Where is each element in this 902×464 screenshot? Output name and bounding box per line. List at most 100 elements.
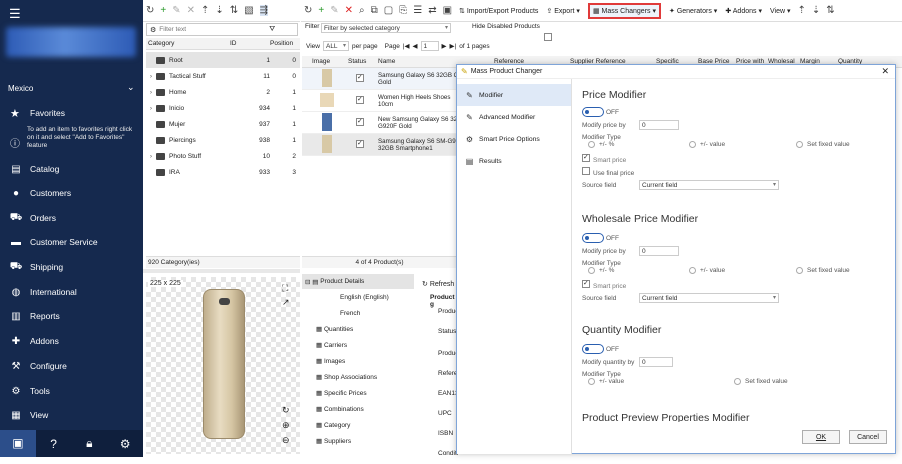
col-status[interactable]: Status xyxy=(348,58,378,65)
list-icon[interactable]: ☰ xyxy=(413,5,422,16)
help-icon[interactable]: ? xyxy=(36,437,72,451)
zoom-in-icon[interactable]: ⊕ xyxy=(282,420,290,431)
store-icon[interactable]: ▣ xyxy=(0,430,36,457)
square-icon[interactable]: ▢ xyxy=(384,5,393,16)
tree-item[interactable]: ▦ Images xyxy=(302,353,414,369)
first-page-icon[interactable]: |◀ xyxy=(403,42,410,50)
edit-icon[interactable]: ✎ xyxy=(172,5,180,16)
tree-item[interactable]: ▦ Category xyxy=(302,417,414,433)
hide-disabled-checkbox[interactable] xyxy=(544,33,552,41)
side-advanced-modifier[interactable]: ✎ Advanced Modifier xyxy=(457,106,571,128)
last-page-icon[interactable]: ▶| xyxy=(450,42,457,50)
tree-item[interactable]: ▦ Carriers xyxy=(302,337,414,353)
radio-value[interactable]: +/- value xyxy=(689,267,796,274)
radio-value[interactable]: +/- value xyxy=(689,141,796,148)
radio-fixed[interactable]: Set fixed value xyxy=(796,141,850,148)
price-source-select[interactable]: Current field xyxy=(639,180,779,191)
tree-item[interactable]: French xyxy=(302,305,414,321)
copy-icon[interactable]: ⧉ xyxy=(371,5,378,16)
radio-percent[interactable]: +/- % xyxy=(582,267,689,274)
chevron-down-icon[interactable]: ⌄ xyxy=(127,82,135,93)
export-button[interactable]: ⇪ Export ▾ xyxy=(546,7,580,15)
table-row[interactable]: Women High Heels Shoes 10cm xyxy=(302,90,462,112)
nav-catalog[interactable]: ▤ Catalog xyxy=(0,159,143,179)
category-row[interactable]: › Home 2 1 xyxy=(146,84,300,100)
refresh-icon[interactable]: ↻ xyxy=(304,5,312,16)
refresh-button[interactable]: ↻ Refresh xyxy=(416,274,458,294)
nav-addons[interactable]: ✚ Addons xyxy=(0,331,143,351)
col-image[interactable]: Image xyxy=(312,58,348,65)
nav-orders[interactable]: ⛟ Orders xyxy=(0,208,143,228)
smart-price-option[interactable]: Smart price xyxy=(582,153,882,164)
mass-changers-button[interactable]: ▦ Mass Changers ▾ xyxy=(587,2,662,19)
add-icon[interactable]: + xyxy=(160,5,166,16)
close-icon[interactable]: ✕ xyxy=(881,66,889,77)
final-price-option[interactable]: Use final price xyxy=(582,167,882,177)
delete-icon[interactable]: ✕ xyxy=(187,5,195,16)
category-row[interactable]: › Tactical Stuff 11 0 xyxy=(146,68,300,84)
status-checkbox[interactable] xyxy=(356,95,364,104)
col-name[interactable]: Name xyxy=(378,58,462,65)
image-icon[interactable]: ▧ xyxy=(244,5,253,16)
search-icon[interactable]: ⌕ xyxy=(359,5,365,16)
category-row[interactable]: › Photo Stuff 10 2 xyxy=(146,148,300,164)
nav-international[interactable]: ◍ International xyxy=(0,282,143,302)
zoom-out-icon[interactable]: ⊖ xyxy=(282,435,290,446)
smart-price-option[interactable]: Smart price xyxy=(582,279,882,290)
refresh-icon[interactable]: ↻ xyxy=(146,5,154,16)
region-selector[interactable]: Mexico xyxy=(8,84,33,93)
page-size-select[interactable]: ALL xyxy=(322,41,349,51)
chevron-right-icon[interactable]: › xyxy=(146,153,156,160)
chevron-right-icon[interactable]: › xyxy=(146,105,156,112)
col-category[interactable]: Category xyxy=(146,40,230,47)
ok-button[interactable]: OK xyxy=(802,430,840,444)
radio-fixed[interactable]: Set fixed value xyxy=(734,378,788,385)
category-row[interactable]: › Inicio 934 1 xyxy=(146,100,300,116)
filter-mode-icon[interactable]: ⇶ xyxy=(259,5,269,16)
category-row[interactable]: IRA 933 3 xyxy=(146,164,300,180)
nav-shipping[interactable]: ⛟ Shipping xyxy=(0,257,143,277)
expand-icon[interactable]: ⇅ xyxy=(230,5,238,16)
nav-customers[interactable]: ● Customers xyxy=(0,183,143,203)
swap-icon[interactable]: ⇄ xyxy=(428,5,436,16)
edit-icon[interactable]: ✎ xyxy=(330,5,338,16)
view-icon[interactable]: ▣ xyxy=(443,5,452,16)
category-row[interactable]: Root 1 0 xyxy=(146,52,300,68)
col-position[interactable]: Position xyxy=(270,40,300,47)
side-results[interactable]: ▤ Results xyxy=(457,150,571,172)
table-row[interactable]: Samsung Galaxy S6 SM-G9 32GB Smartphone1 xyxy=(302,134,462,156)
tree-item[interactable]: ▦ Specific Prices xyxy=(302,385,414,401)
filter-select[interactable]: Filter by selected category xyxy=(321,23,451,33)
radio-fixed[interactable]: Set fixed value xyxy=(796,267,850,274)
paste-icon[interactable]: ⎘ xyxy=(399,5,407,16)
hamburger-icon[interactable]: ☰ xyxy=(9,6,21,22)
quantity-value-input[interactable]: 0 xyxy=(639,357,673,367)
category-row[interactable]: Piercings 938 1 xyxy=(146,132,300,148)
chevron-right-icon[interactable]: › xyxy=(146,73,156,80)
table-row[interactable]: New Samsung Galaxy S6 32 G920F Gold xyxy=(302,112,462,134)
price-value-input[interactable]: 0 xyxy=(639,120,679,130)
sort-up-icon[interactable]: ⇡ xyxy=(798,5,806,16)
col-id[interactable]: ID xyxy=(230,40,270,47)
import-export-button[interactable]: ⇅ Import/Export Products xyxy=(459,7,538,15)
nav-tools[interactable]: ⚙ Tools xyxy=(0,381,143,401)
open-external-icon[interactable]: ↗ xyxy=(282,297,290,308)
generators-button[interactable]: ✦ Generators ▾ xyxy=(669,7,717,15)
fit-icon[interactable]: ⛶ xyxy=(282,283,288,294)
chevron-right-icon[interactable]: › xyxy=(146,89,156,96)
nav-view[interactable]: ▦ View xyxy=(0,405,143,425)
lock-icon[interactable]: 🔒︎ xyxy=(72,436,108,451)
filter-icon[interactable]: ⛛ xyxy=(269,26,275,34)
next-page-icon[interactable]: ▶ xyxy=(442,42,447,50)
price-toggle[interactable] xyxy=(582,107,604,117)
radio-value[interactable]: +/- value xyxy=(582,378,734,385)
tree-item[interactable]: ⊟ ▤ Product Details xyxy=(302,274,414,289)
tree-item[interactable]: ▦ Combinations xyxy=(302,401,414,417)
side-modifier[interactable]: ✎ Modifier xyxy=(457,84,571,106)
rotate-icon[interactable]: ↻ xyxy=(282,405,290,416)
radio-percent[interactable]: +/- % xyxy=(582,141,689,148)
expand-icon[interactable]: ⇅ xyxy=(826,5,834,16)
page-input[interactable]: 1 xyxy=(420,41,439,51)
tree-item[interactable]: ▦ Shop Associations xyxy=(302,369,414,385)
sort-down-icon[interactable]: ⇣ xyxy=(812,5,820,16)
